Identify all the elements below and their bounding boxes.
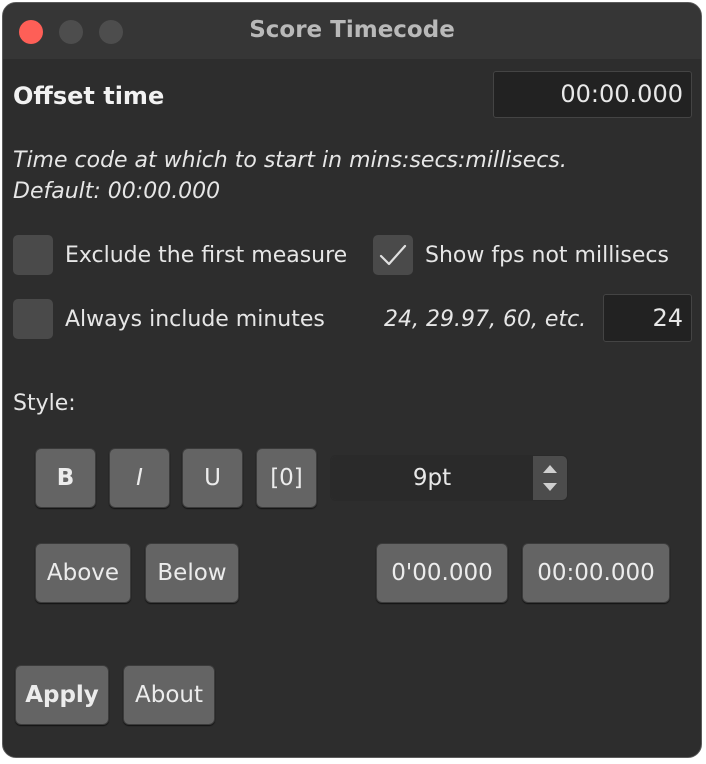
always-include-minutes-label: Always include minutes [65,307,325,332]
short-format-label: 0'00.000 [391,560,493,586]
font-size-stepper[interactable]: 9pt [330,455,568,501]
window-title: Score Timecode [249,17,455,43]
title-bar: Score Timecode [3,3,701,59]
underline-button[interactable]: U [182,448,243,508]
checkmark-icon [379,244,407,266]
offset-time-input[interactable]: 00:00.000 [493,71,692,118]
font-size-arrows[interactable] [533,456,567,500]
about-button[interactable]: About [123,665,215,725]
stepper-arrows-icon [543,465,557,491]
exclude-first-measure-checkbox[interactable] [13,235,53,275]
brackets-button[interactable]: [0] [256,448,317,508]
show-fps-label: Show fps not millisecs [425,243,669,268]
bold-button-label: B [56,465,75,491]
above-button[interactable]: Above [35,543,131,603]
below-button-label: Below [157,560,227,586]
show-fps-checkbox[interactable] [373,235,413,275]
above-button-label: Above [46,560,120,586]
underline-button-label: U [204,465,221,491]
long-format-button[interactable]: 00:00.000 [522,543,670,603]
long-format-label: 00:00.000 [537,560,655,586]
fps-input[interactable]: 24 [603,294,692,342]
bold-button[interactable]: B [35,448,96,508]
below-button[interactable]: Below [145,543,239,603]
about-button-label: About [134,682,203,708]
fps-hint: 24, 29.97, 60, etc. [384,307,587,332]
apply-button-label: Apply [25,682,99,708]
italic-button[interactable]: I [109,448,170,508]
exclude-first-measure-label: Exclude the first measure [65,243,348,268]
short-format-button[interactable]: 0'00.000 [376,543,508,603]
always-include-minutes-checkbox[interactable] [13,299,53,339]
offset-time-label: Offset time [13,82,165,110]
apply-button[interactable]: Apply [15,665,109,725]
style-label: Style: [13,391,76,416]
brackets-button-label: [0] [270,465,303,491]
italic-button-label: I [136,465,143,491]
help-text-line2: Default: 00:00.000 [13,179,221,204]
help-text-line1: Time code at which to start in mins:secs… [13,148,567,173]
score-timecode-window: Score Timecode Offset time 00:00.000 Tim… [2,2,702,758]
font-size-value[interactable]: 9pt [331,456,533,500]
